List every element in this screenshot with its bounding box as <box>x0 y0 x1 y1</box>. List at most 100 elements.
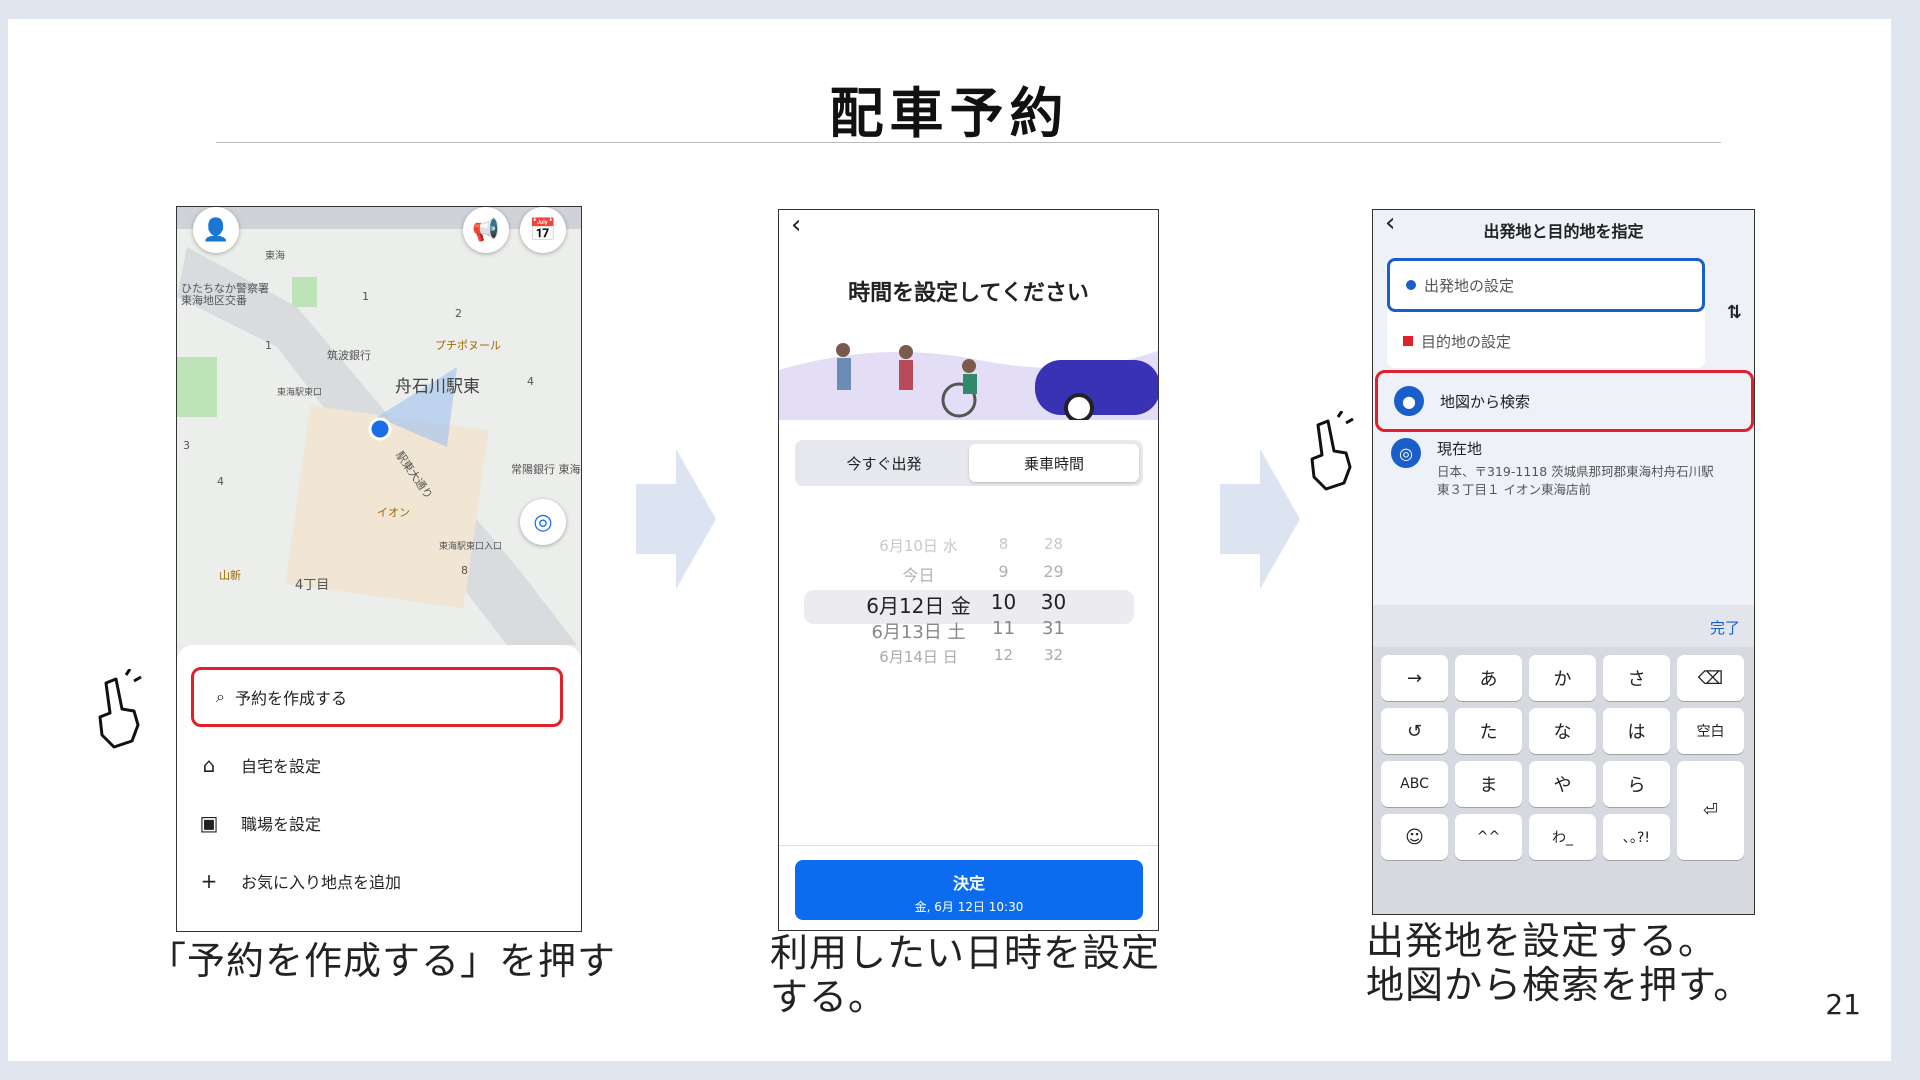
keyboard-key[interactable]: ^^ <box>1455 814 1522 860</box>
caption-step3-line1: 出発地を設定する。 <box>1366 919 1718 963</box>
route-fields: 出発地の設定 目的地の設定 <box>1387 258 1705 368</box>
announcement-button[interactable]: 📢 <box>463 207 509 253</box>
keyboard-key[interactable]: 空白 <box>1677 708 1744 754</box>
calendar-button[interactable]: 📅 <box>520 207 566 253</box>
set-work-item[interactable]: ▣ 職場を設定 <box>197 811 321 835</box>
picker-min: 29 <box>1043 562 1064 581</box>
swap-icon[interactable]: ⇅ <box>1727 302 1742 323</box>
origin-field[interactable]: 出発地の設定 <box>1387 258 1705 312</box>
picker-row[interactable]: 今日 9 29 <box>779 562 1158 586</box>
page-number: 21 <box>1825 988 1861 1021</box>
keyboard-key[interactable]: ら <box>1603 761 1670 807</box>
done-button[interactable]: 完了 <box>1710 617 1740 638</box>
set-home-item[interactable]: ⌂ 自宅を設定 <box>197 753 321 777</box>
picker-row[interactable]: 6月14日 日 12 32 <box>779 646 1158 667</box>
picker-hour: 8 <box>998 535 1009 553</box>
destination-field[interactable]: 目的地の設定 <box>1387 314 1705 368</box>
profile-button[interactable]: 👤 <box>193 207 239 253</box>
caption-step1: 「予約を作成する」を押す <box>148 939 617 983</box>
pointing-hand-icon <box>98 669 142 749</box>
current-location-icon: ◎ <box>1391 438 1421 468</box>
current-location-address: 日本、〒319-1118 茨城県那珂郡東海村舟石川駅 <box>1437 464 1714 479</box>
add-favorite-item[interactable]: + お気に入り地点を追加 <box>197 869 401 893</box>
keyboard-key[interactable]: さ <box>1603 655 1670 701</box>
keyboard-key[interactable]: は <box>1603 708 1670 754</box>
keyboard-key[interactable]: ⌫ <box>1677 655 1744 701</box>
map-label: 1 <box>265 339 272 352</box>
map-label: 東海地区交番 <box>181 294 247 307</box>
tab-depart-now[interactable]: 今すぐ出発 <box>799 444 969 482</box>
plus-icon: + <box>200 869 218 893</box>
map-label: 4 <box>527 375 534 388</box>
calendar-icon: 📅 <box>529 217 557 243</box>
caption-step2-line2: する。 <box>770 975 888 1019</box>
keyboard-key[interactable]: ､｡?! <box>1603 814 1670 860</box>
divider <box>779 845 1158 846</box>
search-from-map-button[interactable]: ● 地図から検索 <box>1375 370 1754 432</box>
map-label: 常陽銀行 東海 <box>511 463 581 476</box>
map-label: イオン <box>377 506 410 519</box>
screen-route: ‹ 出発地と目的地を指定 出発地の設定 目的地の設定 ⇅ ● 地図から検索 ◎ … <box>1372 209 1755 915</box>
map-label: プチポヌール <box>435 339 501 352</box>
caption-step3-line2: 地図から検索を押す。 <box>1366 963 1753 1007</box>
next-arrow-icon <box>636 449 716 589</box>
confirm-datetime: 金, 6月 12日 10:30 <box>914 900 1024 914</box>
locate-icon: ◎ <box>533 509 553 535</box>
picker-row[interactable]: 6月13日 土 11 31 <box>779 618 1158 644</box>
picker-date: 6月13日 土 <box>871 622 966 643</box>
keyboard-key[interactable]: た <box>1455 708 1522 754</box>
picker-hour: 11 <box>992 618 1015 639</box>
set-work-label: 職場を設定 <box>241 815 322 834</box>
keyboard-key[interactable]: か <box>1529 655 1596 701</box>
confirm-button[interactable]: 決定 金, 6月 12日 10:30 <box>795 860 1143 920</box>
map-label: 東海 <box>265 251 285 262</box>
add-favorite-label: お気に入り地点を追加 <box>241 873 402 892</box>
passenger-illustration <box>779 343 1158 420</box>
keyboard-key[interactable]: ABC <box>1381 761 1448 807</box>
create-reservation-search[interactable]: ⌕ 予約を作成する <box>191 667 563 727</box>
screen-map: ひたちなか警察署 東海地区交番 東海 筑波銀行 プチポヌール 舟石川駅東 東海駅… <box>176 206 582 932</box>
keyboard-key[interactable]: あ <box>1455 655 1522 701</box>
home-icon: ⌂ <box>202 753 216 777</box>
screen-time: ‹ 時間を設定してください 今すぐ出発 乗車時間 6月10日 水 8 28 今日 9 29… <box>778 209 1159 931</box>
map-label: 2 <box>455 307 462 320</box>
keyboard-toolbar: 完了 <box>1373 605 1754 647</box>
current-location-item[interactable]: ◎ 現在地 日本、〒319-1118 茨城県那珂郡東海村舟石川駅 東３丁目１ イ… <box>1391 438 1741 499</box>
my-location-button[interactable]: ◎ <box>520 499 566 545</box>
keyboard-key[interactable]: ⏎ <box>1677 761 1744 860</box>
keyboard-key[interactable]: ま <box>1455 761 1522 807</box>
keyboard-key[interactable]: な <box>1529 708 1596 754</box>
tab-ride-time[interactable]: 乗車時間 <box>969 444 1139 482</box>
next-arrow-icon <box>1220 449 1300 589</box>
map-label: 東海駅東口 <box>277 388 323 398</box>
map-label: 4丁目 <box>295 578 330 593</box>
keyboard: → あかさ ⌫ ↺ たなは空白 ABC まやら ⏎ ☺ ^^ わ_ ､｡?! <box>1373 647 1754 914</box>
picker-min: 32 <box>1043 646 1064 664</box>
departure-mode-toggle: 今すぐ出発 乗車時間 <box>795 440 1143 486</box>
briefcase-icon: ▣ <box>199 811 219 835</box>
map-label: 山新 <box>219 569 241 582</box>
current-location-title: 現在地 <box>1437 440 1483 458</box>
picker-row[interactable]: 6月12日 金 10 30 <box>779 590 1158 619</box>
map-label: 4 <box>217 475 224 488</box>
picker-date: 6月14日 日 <box>879 648 958 666</box>
map-label: 1 <box>362 290 369 303</box>
keyboard-key[interactable]: や <box>1529 761 1596 807</box>
search-from-map-label: 地図から検索 <box>1440 392 1531 411</box>
person-icon: 👤 <box>202 217 230 243</box>
map-label: 東海駅東口入口 <box>439 542 503 552</box>
picker-hour: 9 <box>998 562 1009 581</box>
confirm-label: 決定 <box>952 874 985 893</box>
create-reservation-label: 予約を作成する <box>234 689 347 708</box>
picker-row[interactable]: 6月10日 水 8 28 <box>779 535 1158 556</box>
keyboard-key[interactable]: わ_ <box>1529 814 1596 860</box>
keyboard-key[interactable]: ☺ <box>1381 814 1448 860</box>
destination-square-icon <box>1403 336 1413 346</box>
picker-date: 6月12日 金 <box>866 594 971 618</box>
origin-dot-icon <box>1406 280 1416 290</box>
title-divider <box>216 142 1721 143</box>
pointing-hand-icon <box>1310 411 1354 491</box>
keyboard-key[interactable]: ↺ <box>1381 708 1448 754</box>
back-chevron-icon[interactable]: ‹ <box>791 210 801 240</box>
keyboard-key[interactable]: → <box>1381 655 1448 701</box>
